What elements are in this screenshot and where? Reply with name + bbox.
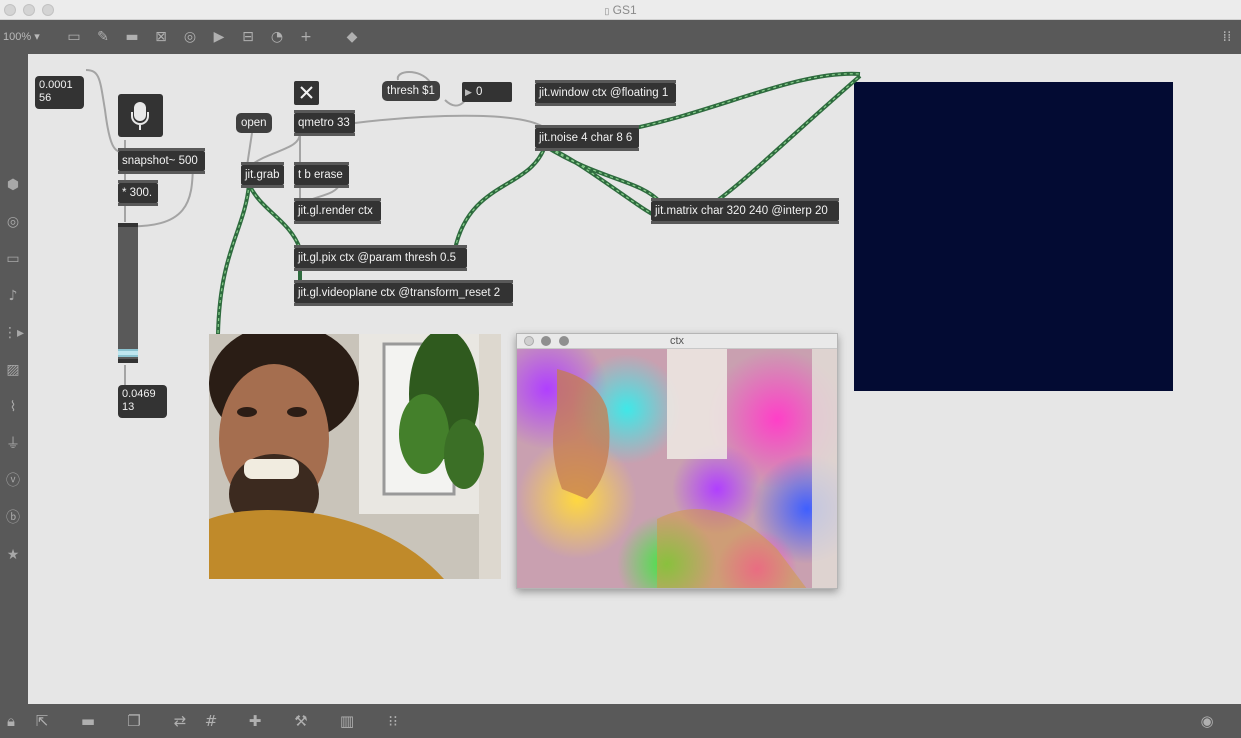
jit-gl-render-object[interactable]: jit.gl.render ctx: [294, 198, 381, 224]
slider-icon[interactable]: ▭: [3, 249, 23, 269]
snapshot-object[interactable]: snapshot~ 500: [118, 148, 205, 174]
jit-noise-object[interactable]: jit.noise 4 char 8 6: [535, 125, 639, 151]
number-box-bottom-left[interactable]: 0.0469 13: [118, 385, 167, 418]
window-title: ▯ GS1: [604, 3, 637, 17]
ctx-render-output: [517, 349, 837, 588]
ctx-window-titlebar: ctx: [517, 334, 837, 349]
edit-icon[interactable]: ✎: [94, 28, 112, 46]
inspector-icon[interactable]: ⇄: [170, 711, 190, 731]
document-icon: ▯: [604, 6, 610, 16]
comment-icon[interactable]: ▬: [123, 28, 141, 46]
int-number-box[interactable]: ▶ 0: [462, 82, 512, 102]
bottom-toolbar: 🔒︎ ⇱ ▬ ❐ ⇄ # ✚ ⚒ ▥ ⁝⁝ ◉: [0, 704, 1241, 738]
windows-icon[interactable]: ❐: [124, 711, 144, 731]
jit-window-object[interactable]: jit.window ctx @floating 1: [535, 80, 676, 106]
dial-icon[interactable]: ◔: [268, 28, 286, 46]
jit-grab-object[interactable]: jit.grab: [241, 162, 284, 188]
vizzie-icon[interactable]: ⓥ: [3, 471, 23, 491]
grid-dots-icon[interactable]: ⁞⁞: [1218, 28, 1236, 46]
jit-pwindow[interactable]: [854, 82, 1173, 391]
jit-gl-videoplane-object[interactable]: jit.gl.videoplane ctx @transform_reset 2: [294, 280, 513, 306]
target-icon[interactable]: ◎: [3, 212, 23, 232]
slider-icon[interactable]: ⊟: [239, 28, 257, 46]
play-icon[interactable]: ▶: [210, 28, 228, 46]
step-icon[interactable]: ⋮▸: [3, 323, 24, 343]
play-circle-icon[interactable]: ◉: [1197, 711, 1217, 731]
bang-icon[interactable]: ◎: [181, 28, 199, 46]
add-icon[interactable]: ✚: [245, 711, 265, 731]
close-box-icon[interactable]: ⊠: [152, 28, 170, 46]
qmetro-object[interactable]: qmetro 33: [294, 110, 355, 136]
ctx-window-title: ctx: [669, 335, 685, 347]
paperclip-icon[interactable]: ⌇: [3, 397, 23, 417]
music-note-icon[interactable]: ♪: [3, 286, 23, 306]
presentation-icon[interactable]: ▭: [65, 28, 83, 46]
toggle-x-icon: [300, 86, 313, 99]
max-patcher-window: ▯ GS1 100% ▾ ▭ ✎ ▬ ⊠ ◎ ▶ ⊟ ◔ + ◆ ⁞⁞ ⬢ ◎ …: [0, 0, 1241, 738]
plug-icon[interactable]: ⏚: [3, 434, 23, 454]
toggle-button[interactable]: [294, 81, 319, 105]
number-box-top-left[interactable]: 0.0001 56: [35, 76, 84, 109]
paint-bucket-icon[interactable]: ◆: [343, 28, 361, 46]
grid-icon[interactable]: #: [201, 711, 221, 731]
number-arrow-icon: ▶: [465, 87, 472, 97]
star-icon[interactable]: ★: [3, 545, 23, 565]
image-icon[interactable]: ▨: [3, 360, 23, 380]
lock-icon[interactable]: 🔒︎: [1, 711, 21, 731]
left-sidebar: ⬢ ◎ ▭ ♪ ⋮▸ ▨ ⌇ ⏚ ⓥ ⓑ ★: [0, 54, 28, 704]
trigger-object[interactable]: t b erase: [294, 162, 349, 188]
open-message[interactable]: open: [236, 113, 272, 133]
midi-icon[interactable]: ⁝⁝: [383, 711, 403, 731]
jit-matrix-object[interactable]: jit.matrix char 320 240 @interp 20: [651, 198, 839, 224]
multiply-object[interactable]: * 300.: [118, 180, 158, 206]
keyboard-icon[interactable]: ▥: [337, 711, 357, 731]
webcam-frame-illustration: [209, 334, 501, 579]
top-toolbar: 100% ▾ ▭ ✎ ▬ ⊠ ◎ ▶ ⊟ ◔ + ◆ ⁞⁞: [0, 20, 1241, 54]
vertical-slider[interactable]: [118, 223, 138, 363]
pointer-icon[interactable]: ⇱: [32, 711, 52, 731]
webcam-preview-image: [209, 334, 501, 579]
jit-gl-pix-object[interactable]: jit.gl.pix ctx @param thresh 0.5: [294, 245, 467, 271]
microphone-stand: [131, 112, 149, 125]
cube-icon[interactable]: ⬢: [3, 175, 23, 195]
zoom-menu[interactable]: 100% ▾: [3, 30, 40, 43]
wrench-icon[interactable]: ⚒: [291, 711, 311, 731]
presentation-icon[interactable]: ▬: [78, 711, 98, 731]
slider-knob[interactable]: [118, 349, 138, 357]
beap-icon[interactable]: ⓑ: [3, 508, 23, 528]
plus-icon[interactable]: +: [297, 28, 315, 46]
thresh-message[interactable]: thresh $1: [382, 81, 440, 101]
title-bar: ▯ GS1: [0, 0, 1241, 20]
ezadc-microphone-button[interactable]: [118, 94, 163, 137]
ctx-render-window[interactable]: ctx: [516, 333, 838, 589]
